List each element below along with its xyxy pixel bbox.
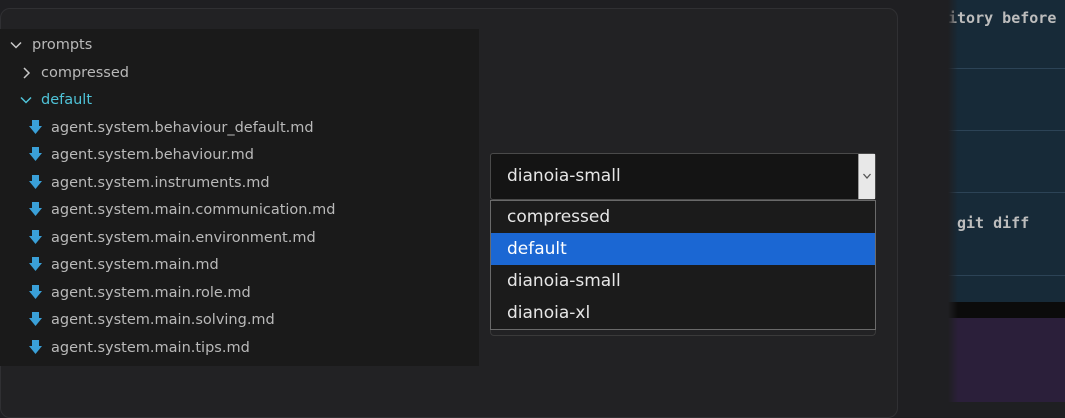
file-item[interactable]: agent.system.main.communication.md bbox=[29, 200, 469, 220]
file-download-icon bbox=[29, 230, 42, 244]
option-default[interactable]: default bbox=[491, 233, 875, 265]
file-name: agent.system.behaviour.md bbox=[51, 147, 254, 163]
tree-item-label: default bbox=[41, 92, 93, 108]
file-item[interactable]: agent.system.main.solving.md bbox=[29, 310, 469, 330]
background-window-content bbox=[948, 0, 1065, 302]
file-name: agent.system.main.communication.md bbox=[51, 202, 336, 218]
file-download-icon bbox=[29, 257, 42, 271]
file-name: agent.system.main.role.md bbox=[51, 285, 251, 301]
file-name: agent.system.main.tips.md bbox=[51, 340, 250, 356]
file-item[interactable]: agent.system.behaviour.md bbox=[29, 145, 469, 165]
file-item[interactable]: agent.system.main.role.md bbox=[29, 283, 469, 303]
option-dianoia-xl[interactable]: dianoia-xl bbox=[491, 297, 875, 329]
file-download-icon bbox=[29, 340, 42, 354]
file-item[interactable]: agent.system.instruments.md bbox=[29, 173, 469, 193]
chevron-down-icon bbox=[10, 41, 22, 49]
background-code-line: git diff bbox=[957, 214, 1030, 232]
file-name: agent.system.main.environment.md bbox=[51, 230, 316, 246]
file-name: agent.system.behaviour_default.md bbox=[51, 120, 314, 136]
option-dianoia-small[interactable]: dianoia-small bbox=[491, 265, 875, 297]
tree-item-compressed[interactable]: compressed bbox=[20, 63, 220, 83]
chevron-right-icon bbox=[23, 67, 31, 79]
background-fade bbox=[948, 0, 958, 402]
background-separator bbox=[948, 302, 1065, 318]
file-name: agent.system.instruments.md bbox=[51, 175, 270, 191]
chevron-down-icon bbox=[20, 96, 32, 104]
tree-item-label: prompts bbox=[32, 37, 93, 53]
divider bbox=[948, 68, 1065, 69]
chevron-down-icon bbox=[863, 173, 871, 179]
file-item[interactable]: agent.system.main.tips.md bbox=[29, 338, 469, 358]
background-panel bbox=[948, 318, 1065, 402]
file-item[interactable]: agent.system.main.md bbox=[29, 255, 469, 275]
file-download-icon bbox=[29, 120, 42, 134]
file-download-icon bbox=[29, 175, 42, 189]
divider bbox=[948, 130, 1065, 131]
select-underlay bbox=[490, 330, 876, 336]
prompts-subdir-select[interactable]: dianoia-small bbox=[490, 153, 876, 200]
select-dropdown-list: compressed default dianoia-small dianoia… bbox=[490, 200, 876, 330]
file-download-icon bbox=[29, 147, 42, 161]
dropdown-arrow-button[interactable] bbox=[858, 154, 875, 199]
file-download-icon bbox=[29, 285, 42, 299]
file-name: agent.system.main.solving.md bbox=[51, 312, 275, 328]
file-download-icon bbox=[29, 202, 42, 216]
file-item[interactable]: agent.system.behaviour_default.md bbox=[29, 118, 469, 138]
file-name: agent.system.main.md bbox=[51, 257, 219, 273]
file-download-icon bbox=[29, 312, 42, 326]
background-code-line: itory before bbox=[948, 9, 1057, 27]
tree-item-prompts[interactable]: prompts bbox=[10, 35, 210, 55]
file-item[interactable]: agent.system.main.environment.md bbox=[29, 228, 469, 248]
select-value: dianoia-small bbox=[507, 166, 621, 186]
tree-item-label: compressed bbox=[41, 65, 129, 81]
file-tree: prompts compressed default agent.system.… bbox=[0, 29, 479, 366]
option-compressed[interactable]: compressed bbox=[491, 201, 875, 233]
divider bbox=[948, 275, 1065, 276]
divider bbox=[948, 192, 1065, 193]
tree-item-default[interactable]: default bbox=[20, 90, 220, 110]
